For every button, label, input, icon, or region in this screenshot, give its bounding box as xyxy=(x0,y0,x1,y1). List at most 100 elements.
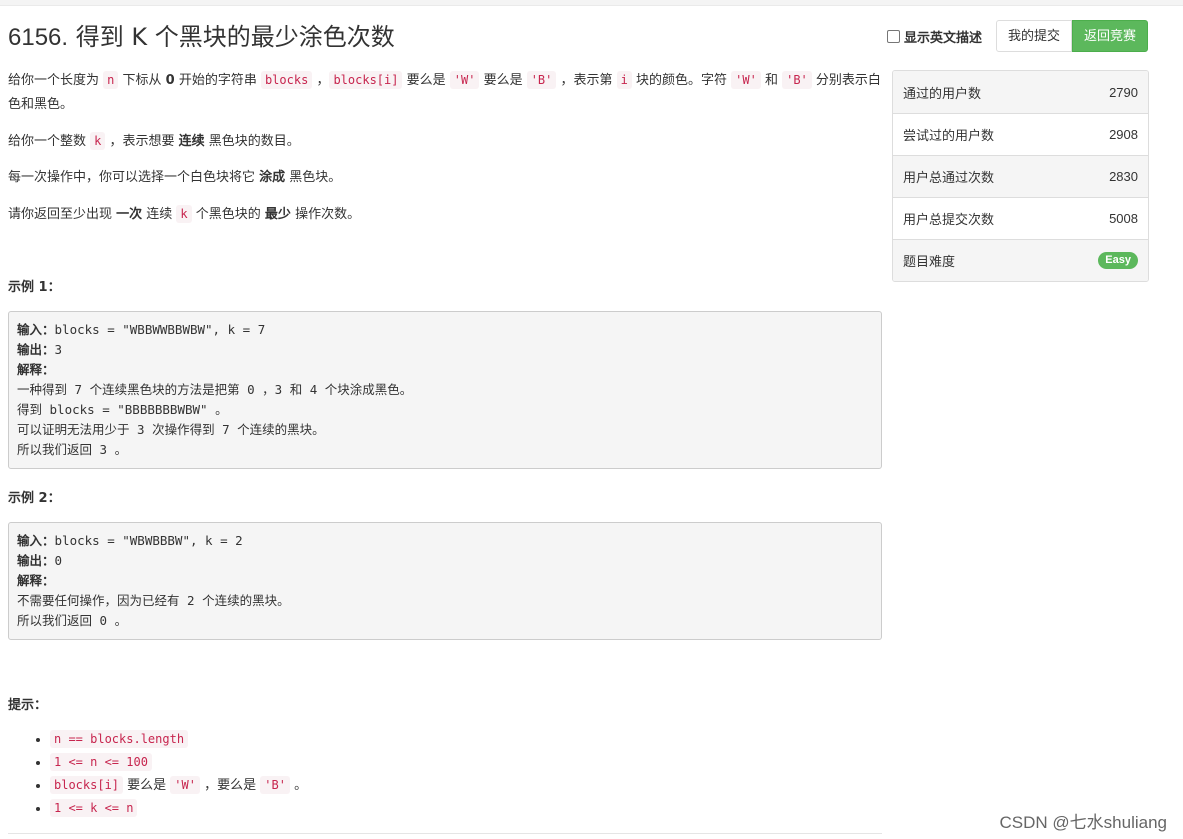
stat-value: 2790 xyxy=(1109,84,1138,100)
bold-text: 涂成 xyxy=(259,170,286,185)
inline-code: 'B' xyxy=(782,71,812,89)
description-paragraph: 给你一个长度为 n 下标从 0 开始的字符串 blocks ， blocks[i]… xyxy=(8,68,882,117)
inline-code: 'B' xyxy=(526,71,557,89)
difficulty-badge: Easy xyxy=(1098,252,1138,269)
hint-item: n == blocks.length xyxy=(50,728,307,751)
example-2-block: 输入：blocks = "WBWBBBW", k = 2 输出：0 解释： 不需… xyxy=(8,522,882,640)
stat-label: 用户总通过次数 xyxy=(903,171,995,186)
inline-code: 1 <= n <= 100 xyxy=(50,753,152,771)
text: 要么是 xyxy=(402,73,450,88)
stat-row-total-accepted: 用户总通过次数 2830 xyxy=(893,155,1148,197)
inline-code: i xyxy=(616,71,632,89)
hints-list: n == blocks.length 1 <= n <= 100 blocks[… xyxy=(33,728,307,820)
text: 块的颜色。字符 xyxy=(631,73,732,88)
inline-code: k xyxy=(90,132,106,150)
explain-label: 解释： xyxy=(17,362,55,377)
explanation-line: 可以证明无法用少于 3 次操作得到 7 个连续的黑块。 xyxy=(17,422,325,437)
text: 开始的字符串 xyxy=(174,73,261,88)
explanation-line: 一种得到 7 个连续黑色块的方法是把第 0 ，3 和 4 个块涂成黑色。 xyxy=(17,382,413,397)
inline-code: n == blocks.length xyxy=(50,730,189,748)
example-output-line: 输出：0 xyxy=(17,551,873,571)
description-paragraph: 请你返回至少出现 一次 连续 k 个黑色块的 最少 操作次数。 xyxy=(8,202,882,227)
toolbar: 显示英文描述 我的提交 返回竞赛 xyxy=(886,20,1148,52)
text: 要么是 xyxy=(479,73,527,88)
description-paragraph: 给你一个整数 k ，表示想要 连续 黑色块的数目。 xyxy=(8,129,882,154)
bottom-divider xyxy=(8,833,882,834)
stat-value: 2830 xyxy=(1109,169,1138,184)
explanation-line: 得到 blocks = "BBBBBBBWBW" 。 xyxy=(17,402,228,417)
inline-code: blocks[i] xyxy=(50,776,124,794)
stat-row-passed-users: 通过的用户数 2790 xyxy=(893,71,1148,113)
english-toggle-label: 显示英文描述 xyxy=(903,30,982,46)
problem-number: 6156. xyxy=(8,24,69,51)
text: 每一次操作中，你可以选择一个白色块将它 xyxy=(8,170,260,185)
text: ，表示想要 xyxy=(105,134,179,149)
text: 给你一个长度为 xyxy=(8,73,104,88)
watermark: CSDN @七水shuliang xyxy=(999,813,1167,832)
stat-row-difficulty: 题目难度 Easy xyxy=(893,239,1148,281)
output-value: 3 xyxy=(54,342,63,357)
inline-code: k xyxy=(176,205,192,223)
back-to-contest-button[interactable]: 返回竞赛 xyxy=(1071,20,1148,52)
my-submissions-button[interactable]: 我的提交 xyxy=(995,20,1072,52)
page-title: 6156. 得到 K 个黑块的最少涂色次数 xyxy=(8,17,395,52)
bold-text: 0 xyxy=(165,73,175,88)
inline-code: n xyxy=(103,71,119,89)
hint-item: 1 <= n <= 100 xyxy=(50,751,307,774)
output-label: 输出： xyxy=(17,553,55,568)
stat-label: 尝试过的用户数 xyxy=(903,129,995,144)
hint-item: blocks[i] 要么是 'W' ，要么是 'B' 。 xyxy=(50,774,307,797)
problem-description: 给你一个长度为 n 下标从 0 开始的字符串 blocks ， blocks[i]… xyxy=(8,68,882,239)
description-paragraph: 每一次操作中，你可以选择一个白色块将它 涂成 黑色块。 xyxy=(8,166,882,190)
input-value: blocks = "WBWBBBW", k = 2 xyxy=(54,533,243,548)
bold-text: 一次 xyxy=(116,207,143,222)
explanation-line: 不需要任何操作，因为已经有 2 个连续的黑块。 xyxy=(17,593,290,608)
stat-value: 5008 xyxy=(1109,211,1138,226)
text: 请你返回至少出现 xyxy=(8,207,117,222)
bold-text: 连续 xyxy=(178,134,205,149)
text: 。 xyxy=(289,778,308,793)
output-label: 输出： xyxy=(17,342,55,357)
inline-code: 'W' xyxy=(731,71,761,89)
example-1-block: 输入：blocks = "WBBWWBBWBW", k = 7 输出：3 解释：… xyxy=(8,311,882,469)
example-input-line: 输入：blocks = "WBBWWBBWBW", k = 7 xyxy=(17,320,873,340)
text: ， xyxy=(312,73,330,88)
stat-row-tried-users: 尝试过的用户数 2908 xyxy=(893,113,1148,155)
text: 要么是 xyxy=(123,778,171,793)
output-value: 0 xyxy=(54,553,63,568)
text: 给你一个整数 xyxy=(8,134,91,149)
text: ，表示第 xyxy=(556,73,617,88)
explanation-line: 所以我们返回 3 。 xyxy=(17,442,128,457)
hints-heading: 提示： xyxy=(8,698,48,713)
text: 和 xyxy=(760,73,783,88)
hint-item: 1 <= k <= n xyxy=(50,797,307,820)
inline-code: 'B' xyxy=(260,776,290,794)
stat-label: 题目难度 xyxy=(903,255,956,270)
top-divider xyxy=(0,0,1183,6)
input-label: 输入： xyxy=(17,322,55,337)
text: 个黑色块的 xyxy=(191,207,265,222)
inline-code: 1 <= k <= n xyxy=(50,799,138,817)
inline-code: 'W' xyxy=(170,776,200,794)
input-label: 输入： xyxy=(17,533,55,548)
text: 连续 xyxy=(142,207,177,222)
stat-label: 通过的用户数 xyxy=(903,86,982,102)
text: 黑色块。 xyxy=(285,170,342,185)
text: ，要么是 xyxy=(199,778,261,793)
text: 下标从 xyxy=(118,73,166,88)
stat-label: 用户总提交次数 xyxy=(903,213,995,228)
example-input-line: 输入：blocks = "WBWBBBW", k = 2 xyxy=(17,531,873,551)
english-toggle[interactable]: 显示英文描述 xyxy=(886,27,982,46)
example-output-line: 输出：3 xyxy=(17,340,873,360)
inline-code: blocks[i] xyxy=(329,71,403,89)
stat-row-total-submissions: 用户总提交次数 5008 xyxy=(893,197,1148,239)
text: 黑色块的数目。 xyxy=(204,134,300,149)
stat-value: 2908 xyxy=(1109,127,1138,142)
problem-title-text: 得到 K 个黑块的最少涂色次数 xyxy=(75,23,395,51)
inline-code: 'W' xyxy=(449,71,480,89)
text: 操作次数。 xyxy=(290,207,361,222)
example-2-heading: 示例 2： xyxy=(8,491,61,506)
inline-code: blocks xyxy=(260,71,313,89)
example-1-heading: 示例 1： xyxy=(8,280,61,295)
english-toggle-checkbox[interactable] xyxy=(886,29,900,43)
